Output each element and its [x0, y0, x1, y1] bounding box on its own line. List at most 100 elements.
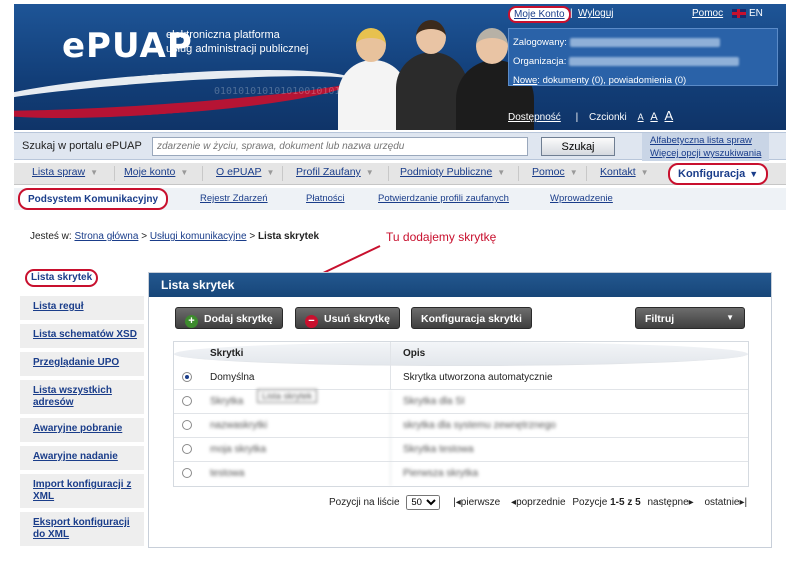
menu-item-pomoc[interactable]: Pomoc ▼	[532, 166, 578, 178]
search-bar: Szukaj w portalu ePUAP Szukaj Alfabetycz…	[14, 132, 786, 161]
pomoc-link[interactable]: Pomoc	[692, 8, 723, 19]
accessibility-bar: Dostępność | Czcionki A A A	[508, 108, 677, 123]
topbar-separator: |	[570, 8, 573, 19]
language-label: EN	[749, 8, 763, 19]
remove-skrytka-button[interactable]: − Usuń skrytkę	[295, 307, 400, 329]
chevron-down-icon: ▼	[365, 168, 374, 177]
row-description: Skrytka utworzona automatycznie	[390, 366, 553, 390]
tab-wprowadzenie[interactable]: Wprowadzenie	[550, 193, 613, 204]
menu-item-konfiguracja[interactable]: Konfiguracja ▼	[668, 163, 769, 185]
moje-konto-link[interactable]: Moje Konto	[508, 6, 571, 23]
sidebar-item-przegladanie-upo[interactable]: Przeglądanie UPO	[20, 352, 144, 376]
wyloguj-link[interactable]: Wyloguj	[578, 8, 613, 19]
lista-skrytek-panel: Lista skrytek + Dodaj skrytkę − Usuń skryt…	[148, 272, 772, 548]
filter-dropdown[interactable]: Filtruj ▼	[635, 307, 745, 329]
column-header-skrytki: Skrytki	[210, 348, 244, 359]
add-skrytka-button[interactable]: + Dodaj skrytkę	[175, 307, 283, 329]
menu-label: O ePUAP	[216, 166, 262, 178]
sidebar-item-import-xml[interactable]: Import konfiguracji z XML	[20, 474, 144, 508]
menu-item-podmioty-publiczne[interactable]: Podmioty Publiczne ▼	[400, 166, 505, 178]
table-row[interactable]: testowa Pierwsza skrytka	[174, 462, 748, 486]
menu-divider	[114, 166, 115, 181]
tab-platnosci[interactable]: Płatności	[306, 193, 345, 204]
menu-item-o-epuap[interactable]: O ePUAP ▼	[216, 166, 274, 178]
search-links: Alfabetyczna lista spraw Więcej opcji wy…	[642, 133, 770, 161]
sidebar-item-lista-regul[interactable]: Lista reguł	[20, 296, 144, 320]
menu-item-kontakt[interactable]: Kontakt ▼	[600, 166, 649, 178]
sidebar-item-awaryjne-pobranie[interactable]: Awaryjne pobranie	[20, 418, 144, 442]
sidebar-item-awaryjne-nadanie[interactable]: Awaryjne nadanie	[20, 446, 144, 470]
person-man-head	[416, 20, 446, 54]
chevron-down-icon: ▼	[640, 168, 649, 177]
more-search-options-link[interactable]: Więcej opcji wyszukiwania	[650, 147, 761, 160]
tab-potwierdzanie-profili[interactable]: Potwierdzanie profili zaufanych	[378, 193, 509, 204]
per-page-select[interactable]: 50	[406, 495, 441, 510]
alphabetical-list-link[interactable]: Alfabetyczna lista spraw	[650, 134, 761, 147]
tab-podsystem-komunikacyjny[interactable]: Podsystem Komunikacyjny	[18, 188, 169, 210]
language-switch[interactable]: EN	[732, 8, 763, 19]
row-name: testowa	[210, 468, 245, 479]
chevron-down-icon: ▼	[497, 168, 506, 177]
first-page-link[interactable]: |◂pierwsze	[453, 497, 500, 508]
menu-label: Profil Zaufany	[296, 166, 361, 178]
organization-row: Organizacja:	[513, 52, 773, 71]
search-input[interactable]	[152, 137, 528, 156]
user-name-redacted	[569, 37, 720, 47]
table-row[interactable]: Domyślna Skrytka utworzona automatycznie	[174, 366, 748, 390]
font-large-button[interactable]: A	[664, 108, 673, 123]
top-links: Moje Konto | Wyloguj Pomoc EN	[508, 4, 786, 24]
row-radio[interactable]	[182, 468, 192, 478]
column-header-opis: Opis	[390, 342, 425, 366]
font-medium-button[interactable]: A	[650, 111, 657, 123]
chevron-down-icon: ▼	[266, 168, 275, 177]
pagination: Pozycji na liście 50 |◂pierwsze ◂poprzed…	[329, 495, 751, 510]
sidebar-item-lista-schematow[interactable]: Lista schematów XSD	[20, 324, 144, 348]
remove-skrytka-label: Usuń skrytkę	[324, 313, 390, 325]
menu-divider	[202, 166, 203, 181]
logged-user-row: Zalogowany:	[513, 33, 773, 52]
breadcrumb-home-link[interactable]: Strona główna	[74, 231, 138, 242]
configure-skrytka-label: Konfiguracja skrytki	[421, 313, 522, 325]
tab-rejestr-zdarzen[interactable]: Rejestr Zdarzeń	[200, 193, 268, 204]
sidebar-item-eksport-xml[interactable]: Eksport konfiguracji do XML	[20, 512, 144, 546]
minus-icon: −	[305, 315, 318, 328]
last-page-link[interactable]: ostatnie▸|	[704, 497, 747, 508]
menu-item-profil-zaufany[interactable]: Profil Zaufany ▼	[296, 166, 374, 178]
row-description: Skrytka dla SI	[390, 390, 465, 414]
row-tooltip: Lista skrytek	[257, 389, 318, 403]
menu-active-label: Konfiguracja	[678, 168, 746, 180]
breadcrumb-separator: >	[249, 231, 256, 242]
breadcrumb-separator: >	[141, 231, 148, 242]
binary-decoration: 010101010101010010101	[214, 86, 341, 97]
row-radio[interactable]	[182, 396, 192, 406]
breadcrumb-current: Lista skrytek	[257, 231, 320, 242]
search-label: Szukaj w portalu ePUAP	[22, 140, 142, 152]
sidebar-item-lista-adresow[interactable]: Lista wszystkich adresów	[20, 380, 144, 414]
menu-item-lista-spraw[interactable]: Lista spraw ▼	[32, 166, 98, 178]
table-row[interactable]: nazwaskrytki skrytka dla systemu zewnętr…	[174, 414, 748, 438]
previous-page-link[interactable]: ◂poprzednie	[511, 497, 566, 508]
sub-menu: Podsystem Komunikacyjny Rejestr Zdarzeń …	[14, 188, 786, 210]
next-page-link[interactable]: następne▸	[647, 497, 693, 508]
sidebar-item-lista-skrytek[interactable]: Lista skrytek	[20, 264, 144, 292]
uk-flag-icon	[732, 8, 746, 18]
row-radio[interactable]	[182, 420, 192, 430]
annotation-text: Tu dodajemy skrytkę	[386, 230, 497, 244]
row-radio[interactable]	[182, 444, 192, 454]
range-value: 1-5 z 5	[610, 497, 641, 508]
menu-item-moje-konto[interactable]: Moje konto ▼	[124, 166, 188, 178]
first-page-icon: |◂	[453, 497, 461, 508]
breadcrumb-uslugi-link[interactable]: Usługi komunikacyjne	[150, 231, 247, 242]
skrytki-table: Skrytki Opis Domyślna Skrytka utworzona …	[173, 341, 749, 487]
row-name: nazwaskrytki	[210, 420, 268, 431]
menu-label: Kontakt	[600, 166, 636, 178]
row-description: Pierwsza skrytka	[390, 462, 478, 486]
row-radio[interactable]	[182, 372, 192, 382]
dostepnosc-link[interactable]: Dostępność	[508, 112, 561, 123]
configure-skrytka-button[interactable]: Konfiguracja skrytki	[411, 307, 532, 329]
font-small-button[interactable]: A	[638, 112, 644, 122]
search-button[interactable]: Szukaj	[541, 137, 615, 156]
nowe-link[interactable]: Nowe	[513, 75, 537, 86]
table-row[interactable]: moja skrytka Skrytka testowa	[174, 438, 748, 462]
czcionki-label: Czcionki	[588, 112, 627, 123]
